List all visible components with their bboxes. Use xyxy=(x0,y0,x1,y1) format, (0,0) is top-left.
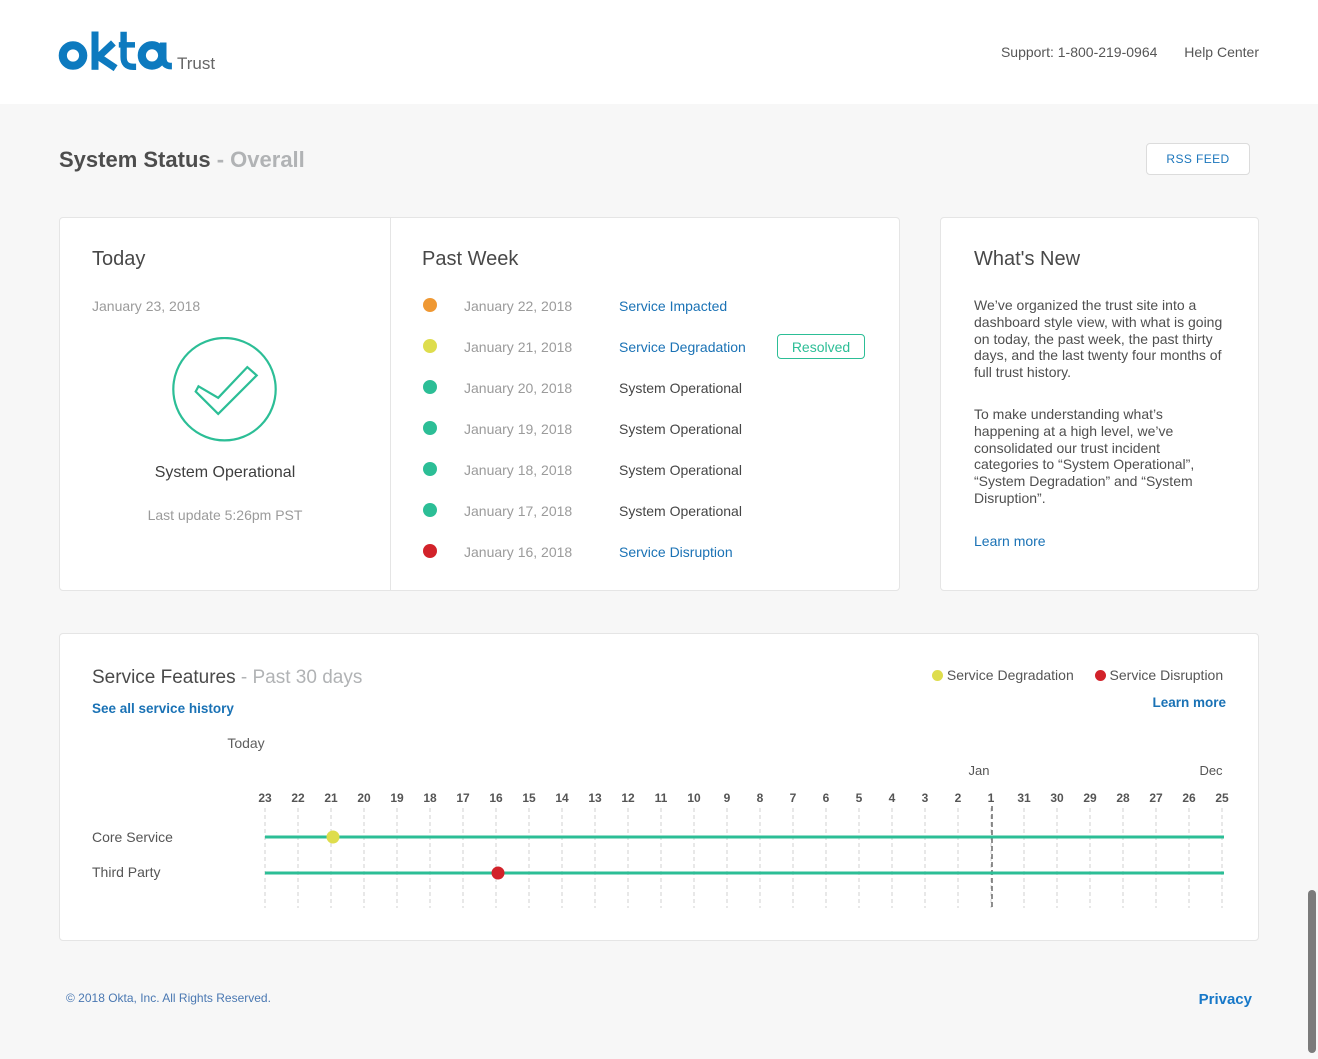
svg-text:26: 26 xyxy=(1182,791,1196,805)
svg-text:14: 14 xyxy=(555,791,569,805)
svg-text:27: 27 xyxy=(1149,791,1163,805)
svg-text:3: 3 xyxy=(922,791,929,805)
svg-text:23: 23 xyxy=(258,791,272,805)
svg-text:19: 19 xyxy=(390,791,404,805)
svg-text:28: 28 xyxy=(1116,791,1130,805)
svg-text:21: 21 xyxy=(324,791,338,805)
svg-text:17: 17 xyxy=(456,791,470,805)
svg-text:6: 6 xyxy=(823,791,830,805)
svg-text:4: 4 xyxy=(889,791,896,805)
svg-text:10: 10 xyxy=(687,791,701,805)
svg-text:13: 13 xyxy=(588,791,602,805)
svg-text:25: 25 xyxy=(1215,791,1229,805)
svg-text:11: 11 xyxy=(655,791,668,805)
svg-text:30: 30 xyxy=(1050,791,1064,805)
svg-text:15: 15 xyxy=(522,791,536,805)
svg-text:Dec: Dec xyxy=(1199,763,1223,778)
svg-text:18: 18 xyxy=(423,791,437,805)
svg-text:29: 29 xyxy=(1083,791,1097,805)
svg-text:31: 31 xyxy=(1017,791,1031,805)
svg-text:5: 5 xyxy=(856,791,863,805)
svg-text:Jan: Jan xyxy=(969,763,990,778)
svg-text:8: 8 xyxy=(757,791,764,805)
svg-text:9: 9 xyxy=(724,791,731,805)
svg-text:16: 16 xyxy=(489,791,503,805)
svg-text:22: 22 xyxy=(291,791,305,805)
svg-text:2: 2 xyxy=(955,791,962,805)
svg-text:1: 1 xyxy=(988,791,995,805)
svg-text:20: 20 xyxy=(357,791,371,805)
svg-text:12: 12 xyxy=(621,791,635,805)
svg-text:7: 7 xyxy=(790,791,797,805)
